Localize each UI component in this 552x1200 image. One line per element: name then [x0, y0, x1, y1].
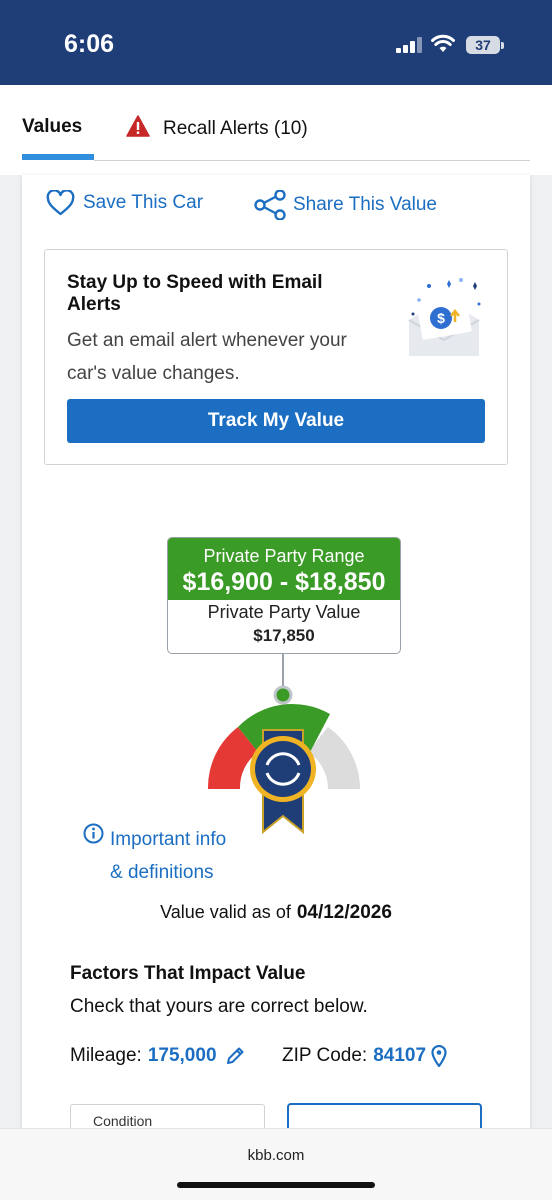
browser-bottom-bar: kbb.com — [0, 1128, 552, 1200]
important-info-link[interactable]: Important info & definitions — [83, 823, 253, 889]
url-bar[interactable]: kbb.com — [0, 1147, 552, 1164]
save-car-label: Save This Car — [83, 192, 204, 213]
tab-divider — [94, 160, 530, 161]
zip-code-field[interactable]: ZIP Code: 84107 — [282, 1045, 447, 1067]
value-valid-line: Value valid as of 04/12/2026 — [0, 902, 552, 924]
share-value-label: Share This Value — [293, 194, 437, 215]
factors-title: Factors That Impact Value — [70, 963, 306, 984]
cellular-signal-icon — [396, 37, 424, 53]
battery-indicator: 37 — [466, 36, 500, 54]
status-time: 6:06 — [64, 30, 115, 58]
battery-cap — [501, 42, 504, 49]
price-range-box: Private Party Range $16,900 - $18,850 Pr… — [167, 537, 401, 654]
tab-recall-alerts[interactable]: Recall Alerts (10) — [163, 118, 308, 140]
tab-values[interactable]: Values — [22, 116, 82, 138]
private-party-range-label: Private Party Range — [203, 546, 365, 566]
save-car-link[interactable]: Save This Car — [46, 190, 203, 216]
important-info-line2: & definitions — [110, 862, 214, 883]
important-info-line1: Important info — [110, 829, 227, 850]
share-icon — [254, 190, 286, 220]
svg-text:$: $ — [437, 310, 445, 326]
map-pin-icon — [431, 1045, 447, 1067]
private-party-value: $17,850 — [253, 626, 315, 645]
wifi-icon — [431, 34, 455, 52]
envelope-dollar-icon: $ — [408, 278, 481, 356]
value-gauge — [207, 654, 360, 835]
email-alert-box: Stay Up to Speed with Email Alerts Get a… — [44, 249, 508, 465]
factors-subtitle: Check that yours are correct below. — [70, 996, 368, 1017]
private-party-range-value: $16,900 - $18,850 — [182, 568, 386, 596]
heart-icon — [46, 190, 75, 216]
mileage-field[interactable]: Mileage: 175,000 — [70, 1045, 246, 1067]
warning-triangle-icon — [126, 115, 150, 137]
value-valid-prefix: Value valid as of — [160, 902, 291, 922]
email-alert-title: Stay Up to Speed with Email Alerts — [67, 272, 323, 315]
info-circle-icon — [83, 823, 104, 844]
price-range-header: Private Party Range $16,900 - $18,850 — [168, 538, 400, 600]
pencil-icon — [226, 1047, 244, 1064]
share-value-link[interactable]: Share This Value — [253, 190, 437, 220]
track-my-value-button[interactable]: Track My Value — [67, 399, 485, 443]
private-party-value-label: Private Party Value — [207, 602, 361, 622]
active-tab-indicator — [22, 154, 94, 160]
zip-code-value: 84107 — [373, 1045, 427, 1066]
tab-bar: Values Recall Alerts (10) — [0, 85, 552, 175]
home-indicator[interactable] — [177, 1182, 375, 1188]
mileage-value: 175,000 — [147, 1045, 217, 1066]
status-bar: 6:06 37 — [0, 0, 552, 85]
email-alert-description: Get an email alert whenever your car's v… — [67, 330, 347, 384]
zip-code-label: ZIP Code: — [282, 1045, 368, 1066]
condition-label: Condition — [93, 1113, 153, 1129]
value-valid-date: 04/12/2026 — [296, 902, 392, 923]
mileage-label: Mileage: — [70, 1045, 142, 1066]
